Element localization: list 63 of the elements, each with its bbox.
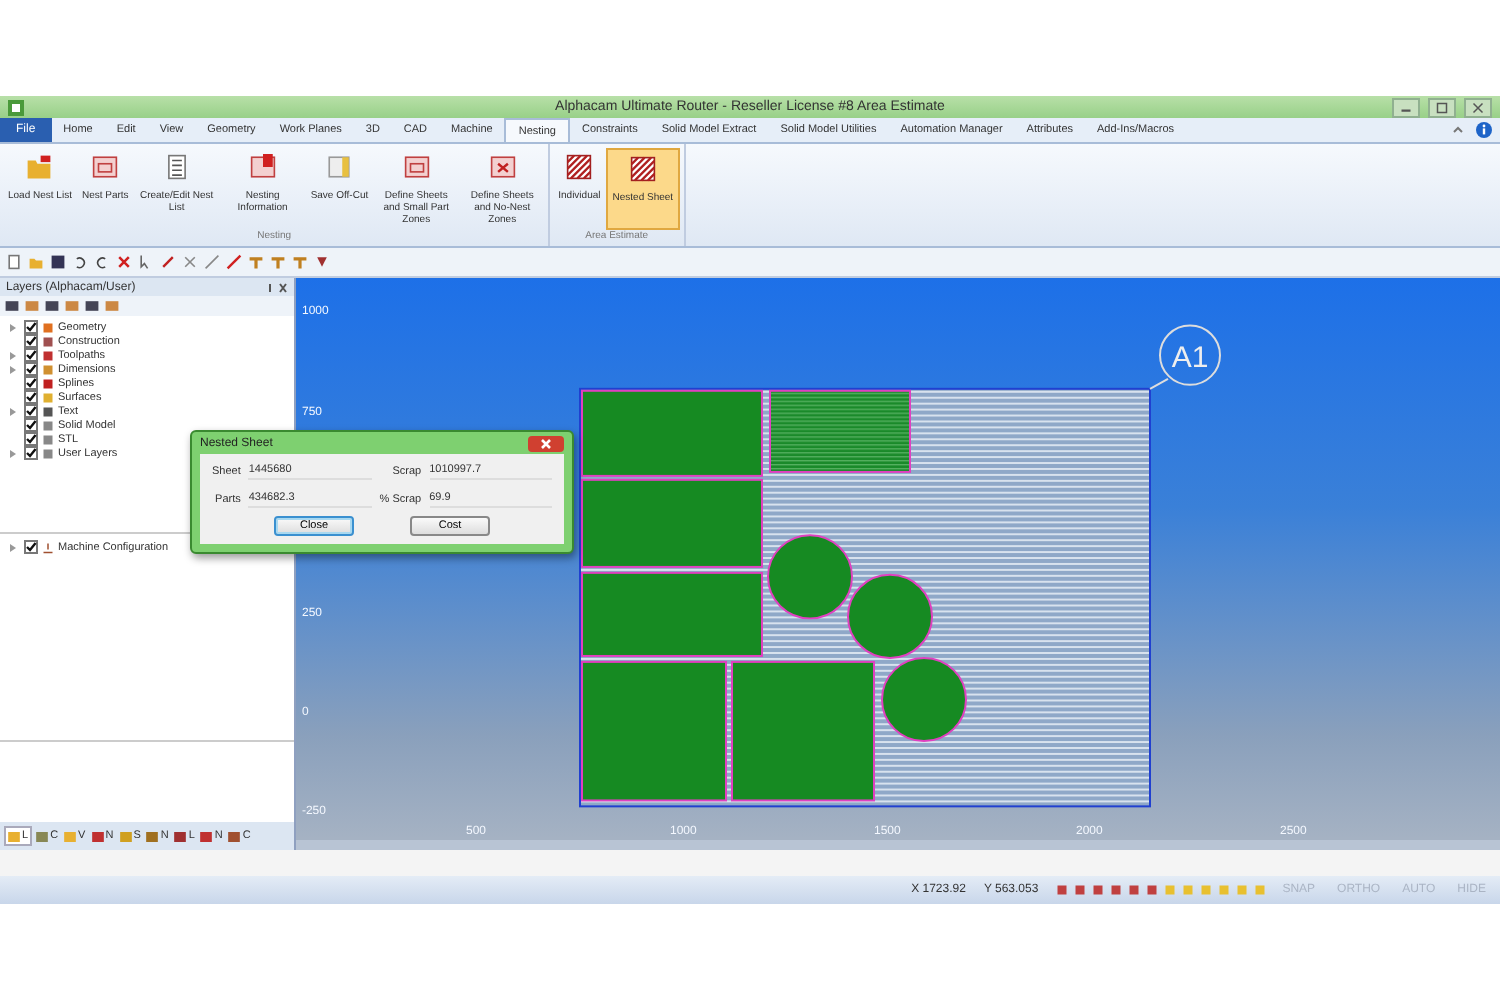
sheet-icon [403,154,430,180]
sheet-label: A1 [1171,341,1209,375]
sheet-icon [92,154,119,180]
layer-tab-icon [36,831,49,841]
list-icon [163,154,190,180]
nested-circle-part [881,656,967,743]
expand-arrow-icon[interactable] [10,543,16,551]
expand-arrow-icon[interactable] [10,351,16,359]
nested-part [731,660,875,802]
hatched-square-icon [629,156,656,182]
nested-part [769,389,911,473]
pencil-icon[interactable] [226,254,242,270]
layer-checkbox[interactable] [24,432,38,446]
redo-icon[interactable] [94,254,110,270]
collapse-icon[interactable] [1452,124,1464,136]
maximize-button[interactable] [1428,97,1456,117]
layer-checkbox[interactable] [24,390,38,404]
scroll-bar[interactable] [296,840,1500,850]
save-icon[interactable] [50,254,66,270]
layer-tab-icon [146,831,159,841]
select-icon[interactable] [138,254,154,270]
layer-tab-icon [91,831,104,841]
machine-icon [42,541,54,553]
layer-checkbox[interactable] [24,376,38,390]
pen-icon[interactable] [160,254,176,270]
layer-checkbox[interactable] [24,362,38,376]
sheet-label-circle [1159,324,1221,386]
sheet-cross-icon [489,154,516,180]
layer-tab-icon [119,831,132,841]
close-icon [1470,101,1486,113]
nested-circle-part [847,573,933,659]
maximize-icon [1434,101,1450,113]
cut-icon[interactable] [182,254,198,270]
layer-checkbox[interactable] [24,446,38,460]
expand-arrow-icon[interactable] [10,323,16,331]
layer-checkbox[interactable] [24,540,38,554]
folder-icon [26,154,53,180]
delete-icon[interactable] [116,254,132,270]
minimize-button[interactable] [1392,97,1420,117]
new-file-icon[interactable] [6,254,22,270]
hatched-square-icon [566,154,593,180]
close-button[interactable] [1464,97,1492,117]
layer-checkbox[interactable] [24,404,38,418]
help-icon[interactable] [1476,122,1492,138]
layer-checkbox[interactable] [24,348,38,362]
nested-circle-part [767,534,853,620]
info-sheet-icon [249,154,276,180]
line-icon[interactable] [204,254,220,270]
expand-arrow-icon[interactable] [10,449,16,457]
app-icon [8,99,24,115]
layer-tab-icon [228,831,241,841]
expand-arrow-icon[interactable] [10,407,16,415]
undo-icon[interactable] [72,254,88,270]
layer-checkbox[interactable] [24,418,38,432]
layer-checkbox[interactable] [24,334,38,348]
offcut-icon [326,154,353,180]
layer-tab-icon [64,831,77,841]
layer-checkbox[interactable] [24,320,38,334]
layer-tab-icon [8,831,20,841]
leader-line [1149,377,1169,390]
close-button[interactable] [528,435,564,451]
close-icon [540,437,552,449]
expand-arrow-icon[interactable] [10,365,16,373]
